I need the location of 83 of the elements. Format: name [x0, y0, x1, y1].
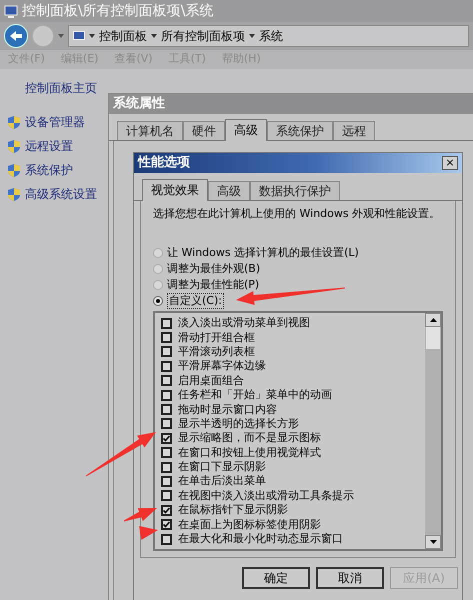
tab[interactable]: 硬件	[183, 121, 225, 140]
checkbox-label[interactable]: 滑动打开组合框	[178, 330, 255, 345]
checkbox-label[interactable]: 任务栏和「开始」菜单中的动画	[178, 388, 332, 402]
radio-button[interactable]	[153, 296, 163, 306]
scrollbar[interactable]	[425, 313, 441, 549]
checkbox-label[interactable]: 拖动时显示窗口内容	[178, 402, 277, 417]
checkbox[interactable]	[161, 375, 172, 386]
checkbox[interactable]	[161, 504, 172, 516]
checkbox[interactable]	[161, 404, 172, 416]
checkbox-label[interactable]: 淡入淡出或滑动菜单到视图	[178, 316, 310, 330]
scrollbar-thumb[interactable]	[426, 327, 440, 349]
sidebar-link[interactable]: 高级系统设置	[25, 185, 97, 203]
checkbox[interactable]	[161, 432, 172, 444]
checkbox-label[interactable]: 在窗口下显示阴影	[178, 460, 266, 474]
radio-label[interactable]: 自定义(C):	[167, 293, 224, 309]
checkbox[interactable]	[161, 447, 172, 458]
dialog-button[interactable]: 取消	[316, 567, 384, 589]
breadcrumb[interactable]: 所有控制面板项	[161, 27, 245, 45]
tab[interactable]: 计算机名	[117, 121, 183, 140]
sidebar-link[interactable]: 设备管理器	[25, 113, 85, 131]
sidebar-link[interactable]: 远程设置	[25, 137, 73, 155]
checkbox[interactable]	[161, 390, 172, 401]
left-arrow-icon	[9, 30, 23, 42]
monitor-icon	[73, 30, 85, 42]
dialog-title: 性能选项	[138, 154, 190, 172]
checkbox[interactable]	[161, 534, 172, 545]
caret-icon	[249, 34, 255, 38]
caret-icon	[58, 34, 64, 38]
checkbox-label[interactable]: 平滑滚动列表框	[178, 344, 255, 359]
checkbox-label[interactable]: 在视图中淡入淡出或滑动工具条提示	[178, 488, 354, 503]
checkbox-label[interactable]: 平滑屏幕字体边缘	[178, 359, 266, 374]
caret-icon	[151, 34, 157, 38]
tab[interactable]: 数据执行保护	[250, 181, 340, 200]
sidebar-link[interactable]: 系统保护	[25, 161, 73, 179]
checkbox-label[interactable]: 显示半透明的选择长方形	[178, 416, 299, 431]
checkbox-label[interactable]: 在鼠标指针下显示阴影	[178, 503, 288, 518]
checkbox[interactable]	[161, 418, 172, 430]
dialog-title: 系统属性	[113, 94, 165, 114]
radio-label[interactable]: 调整为最佳外观(B)	[167, 262, 260, 276]
tab[interactable]: 高级	[225, 119, 267, 141]
down-arrow-icon	[430, 540, 436, 544]
checkbox-label[interactable]: 显示缩略图，而不是显示图标	[178, 431, 321, 446]
checkbox[interactable]	[161, 318, 172, 329]
checkbox[interactable]	[161, 346, 172, 358]
shield-icon	[8, 140, 20, 152]
checkbox-label[interactable]: 启用桌面组合	[178, 374, 244, 388]
monitor-icon	[4, 4, 18, 18]
tab[interactable]: 视觉效果	[142, 179, 208, 201]
radio-button[interactable]	[153, 264, 163, 274]
checkbox[interactable]	[161, 332, 172, 344]
breadcrumb[interactable]: 控制面板	[99, 27, 147, 45]
radio-label[interactable]: 调整为最佳性能(P)	[167, 278, 260, 292]
breadcrumb[interactable]: 系统	[259, 27, 283, 45]
up-arrow-icon	[430, 318, 436, 322]
description-text: 选择您想在此计算机上使用的 Windows 外观和性能设置。	[153, 207, 440, 221]
checkbox[interactable]	[161, 490, 172, 502]
shield-icon	[8, 164, 20, 176]
radio-button[interactable]	[153, 280, 163, 290]
radio-label[interactable]: 让 Windows 选择计算机的最佳设置(L)	[167, 246, 359, 260]
radio-button[interactable]	[153, 248, 163, 258]
checkbox-label[interactable]: 在桌面上为图标标签使用阴影	[178, 518, 321, 532]
arrow-drawing	[139, 526, 158, 540]
shield-icon	[8, 188, 20, 200]
address-field[interactable]: 控制面板 所有控制面板项 系统	[68, 25, 469, 47]
dialog-button[interactable]: 确定	[242, 567, 310, 589]
checkbox[interactable]	[161, 519, 172, 530]
checkbox-label[interactable]: 在窗口和按钮上使用视觉样式	[178, 446, 321, 460]
caret-icon	[89, 34, 95, 38]
tab[interactable]: 远程	[333, 121, 375, 140]
checkbox[interactable]	[161, 462, 172, 473]
tab[interactable]: 高级	[208, 181, 250, 200]
checkbox-label[interactable]: 在单击后淡出菜单	[178, 474, 266, 488]
close-button[interactable]: ×	[442, 156, 458, 170]
checkbox[interactable]	[161, 360, 172, 372]
arrow-drawing	[85, 432, 156, 477]
window-title: 控制面板\所有控制面板项\系统	[22, 2, 214, 20]
back-button[interactable]	[4, 24, 28, 48]
arrow-drawing	[123, 508, 157, 522]
shield-icon	[8, 116, 20, 128]
checkbox-label[interactable]: 在最大化和最小化时动态显示窗口	[178, 532, 343, 546]
checkbox[interactable]	[161, 476, 172, 487]
sidebar-link[interactable]: 控制面板主页	[8, 79, 108, 97]
tab[interactable]: 系统保护	[267, 121, 333, 140]
